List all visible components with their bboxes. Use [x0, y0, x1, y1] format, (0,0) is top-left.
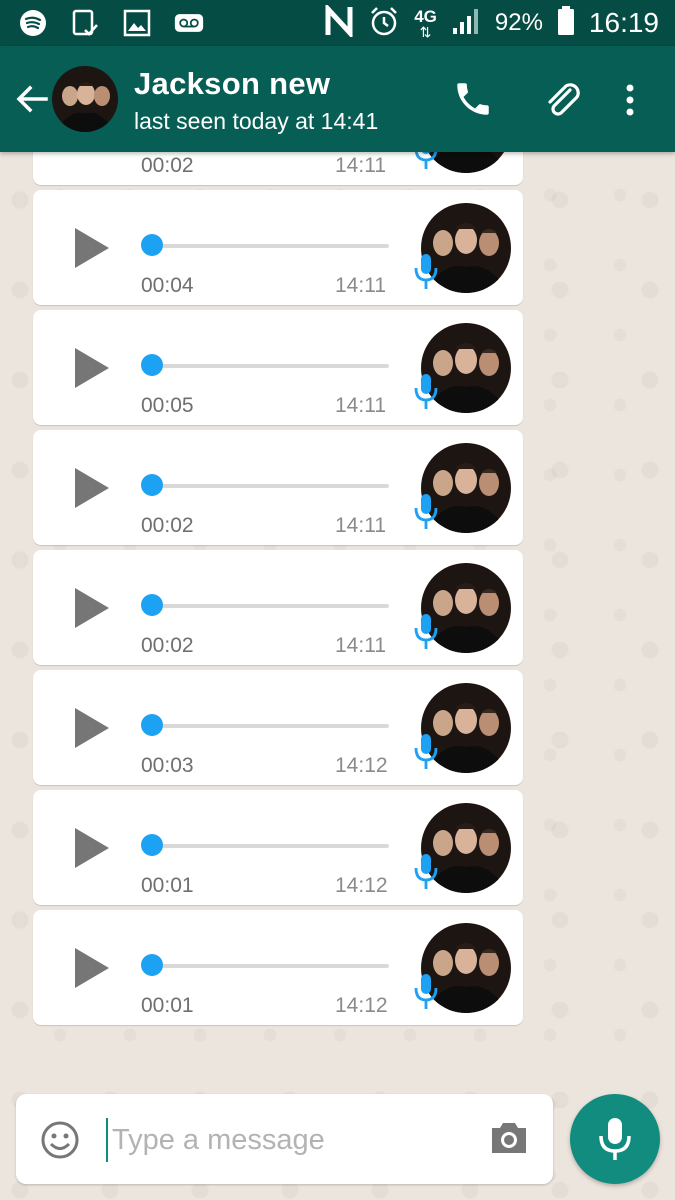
voice-message: 00:02 14:11	[33, 430, 523, 545]
message-timestamp: 14:11	[335, 154, 386, 177]
play-button[interactable]	[71, 586, 113, 630]
message-timestamp: 14:12	[335, 994, 388, 1017]
alarm-icon	[368, 5, 400, 42]
audio-progress-track[interactable]	[151, 364, 389, 368]
spotify-icon	[18, 8, 48, 38]
audio-progress-track[interactable]	[151, 484, 389, 488]
voice-message: 00:04 14:11	[33, 190, 523, 305]
audio-progress-track[interactable]	[151, 724, 389, 728]
camera-button[interactable]	[488, 1118, 530, 1158]
compose-bar	[16, 1094, 553, 1184]
microphone-icon	[599, 1118, 631, 1160]
audio-seek-thumb[interactable]	[141, 594, 163, 616]
image-icon	[122, 8, 152, 38]
more-vert-icon	[626, 84, 634, 116]
voice-call-button[interactable]	[452, 78, 494, 120]
audio-duration: 00:02	[141, 154, 194, 177]
audio-progress-track[interactable]	[151, 604, 389, 608]
audio-seek-thumb[interactable]	[141, 474, 163, 496]
attach-button[interactable]	[540, 76, 586, 122]
nfc-icon	[324, 2, 354, 42]
play-button[interactable]	[71, 946, 113, 990]
clock: 16:19	[588, 7, 659, 38]
message-timestamp: 14:11	[335, 514, 386, 537]
mic-icon	[413, 852, 439, 892]
play-icon	[75, 948, 109, 988]
audio-seek-thumb[interactable]	[141, 354, 163, 376]
play-icon	[75, 228, 109, 268]
battery-percent: 92%	[494, 9, 543, 36]
play-icon	[75, 708, 109, 748]
message-timestamp: 14:11	[335, 394, 386, 417]
audio-duration: 00:05	[141, 394, 194, 417]
audio-duration: 00:03	[141, 754, 194, 777]
clipboard-check-icon	[70, 8, 100, 38]
voice-message: 00:05 14:11	[33, 310, 523, 425]
voice-message: 00:02 14:11	[33, 152, 523, 185]
emoji-button[interactable]	[40, 1120, 80, 1160]
audio-progress-track[interactable]	[151, 244, 389, 248]
message-timestamp: 14:12	[335, 874, 388, 897]
audio-progress-track[interactable]	[151, 964, 389, 968]
mic-icon	[413, 492, 439, 532]
text-caret	[106, 1118, 108, 1162]
play-button[interactable]	[71, 466, 113, 510]
audio-seek-thumb[interactable]	[141, 234, 163, 256]
data-arrows-icon: 4G ⇅	[414, 6, 437, 40]
camera-icon	[492, 1123, 526, 1153]
mic-icon	[413, 372, 439, 412]
battery-icon	[557, 5, 575, 41]
audio-progress-track[interactable]	[151, 844, 389, 848]
audio-seek-thumb[interactable]	[141, 834, 163, 856]
signal-icon	[451, 6, 481, 41]
message-timestamp: 14:11	[335, 634, 386, 657]
play-button[interactable]	[71, 826, 113, 870]
voice-message: 00:02 14:11	[33, 550, 523, 665]
voice-message: 00:01 14:12	[33, 910, 523, 1025]
back-arrow-icon	[16, 85, 48, 113]
play-icon	[75, 588, 109, 628]
play-button[interactable]	[71, 706, 113, 750]
play-icon	[75, 828, 109, 868]
back-button[interactable]	[12, 79, 52, 119]
message-timestamp: 14:11	[335, 274, 386, 297]
mic-icon	[413, 252, 439, 292]
play-icon	[75, 348, 109, 388]
audio-duration: 00:02	[141, 514, 194, 537]
last-seen-status: last seen today at 14:41	[134, 108, 379, 134]
phone-icon	[457, 83, 489, 115]
contact-name[interactable]: Jackson new	[134, 66, 330, 102]
message-list[interactable]: 00:02 14:11 00:04 14:11 00:05 14:11 00:0…	[0, 152, 675, 1082]
voice-message: 00:03 14:12	[33, 670, 523, 785]
audio-duration: 00:02	[141, 634, 194, 657]
voice-message: 00:01 14:12	[33, 790, 523, 905]
play-button[interactable]	[71, 346, 113, 390]
mic-icon	[413, 972, 439, 1012]
record-voice-button[interactable]	[570, 1094, 660, 1184]
audio-seek-thumb[interactable]	[141, 714, 163, 736]
contact-avatar[interactable]	[52, 66, 118, 132]
audio-duration: 00:01	[141, 874, 194, 897]
message-input[interactable]	[110, 1112, 474, 1168]
overflow-menu-button[interactable]	[612, 80, 648, 120]
mic-icon	[413, 732, 439, 772]
emoji-icon	[41, 1121, 79, 1159]
audio-duration: 00:01	[141, 994, 194, 1017]
audio-duration: 00:04	[141, 274, 194, 297]
play-button[interactable]	[71, 226, 113, 270]
status-bar: 4G ⇅ 92% 16:19	[0, 0, 675, 46]
voicemail-icon	[174, 8, 204, 38]
audio-seek-thumb[interactable]	[141, 954, 163, 976]
chat-header: Jackson new last seen today at 14:41	[0, 46, 675, 152]
message-timestamp: 14:12	[335, 754, 388, 777]
mic-icon	[413, 152, 439, 172]
paperclip-icon	[548, 83, 580, 116]
mic-icon	[413, 612, 439, 652]
play-icon	[75, 468, 109, 508]
